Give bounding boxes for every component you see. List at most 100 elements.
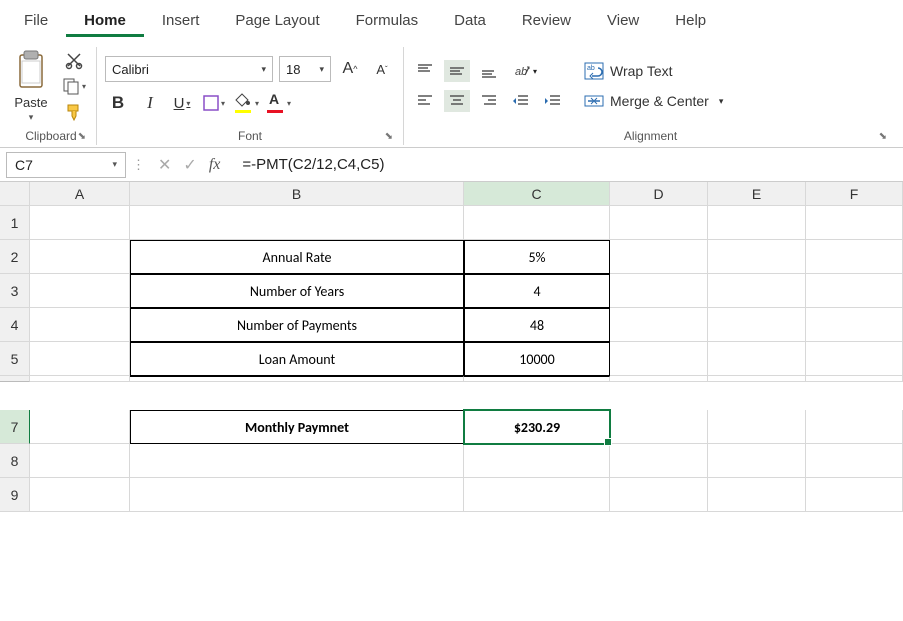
menu-insert[interactable]: Insert [144, 4, 218, 37]
cell-D9[interactable] [610, 478, 708, 512]
cell-C4[interactable]: 48 [464, 308, 610, 342]
cell-B3[interactable]: Number of Years [130, 274, 464, 308]
cell-F3[interactable] [806, 274, 903, 308]
cell-E8[interactable] [708, 444, 806, 478]
align-left-button[interactable] [412, 90, 438, 112]
align-center-button[interactable] [444, 90, 470, 112]
menu-view[interactable]: View [589, 4, 657, 37]
col-header-C[interactable]: C [464, 182, 610, 206]
cell-D7[interactable] [610, 410, 708, 444]
menu-home[interactable]: Home [66, 4, 144, 37]
cell-C8[interactable] [464, 444, 610, 478]
cell-C3[interactable]: 4 [464, 274, 610, 308]
increase-indent-button[interactable] [540, 90, 566, 112]
cell-D6[interactable] [610, 376, 708, 382]
row-header-3[interactable]: 3 [0, 274, 30, 308]
cell-C7[interactable]: $230.29 [464, 410, 610, 444]
dialog-launcher-icon[interactable]: ⬊ [385, 131, 393, 142]
cell-B9[interactable] [130, 478, 464, 512]
cell-C9[interactable] [464, 478, 610, 512]
font-color-button[interactable]: A [265, 90, 291, 116]
cell-E6[interactable] [708, 376, 806, 382]
wrap-text-button[interactable]: ab Wrap Text [578, 60, 729, 82]
cancel-formula-button[interactable]: ✕ [158, 155, 171, 175]
bold-button[interactable]: B [105, 90, 131, 116]
decrease-indent-button[interactable] [508, 90, 534, 112]
cell-A6[interactable] [30, 376, 130, 382]
cell-D2[interactable] [610, 240, 708, 274]
cell-B1[interactable] [130, 206, 464, 240]
menu-review[interactable]: Review [504, 4, 589, 37]
paste-button[interactable]: Paste ▾ [14, 49, 48, 123]
cell-D5[interactable] [610, 342, 708, 376]
merge-center-button[interactable]: Merge & Center ▾ [578, 90, 729, 112]
chevron-down-icon[interactable]: ▾ [29, 112, 34, 123]
formula-input[interactable]: =-PMT(C2/12,C4,C5) [232, 156, 903, 173]
format-painter-button[interactable] [60, 101, 88, 123]
cell-E4[interactable] [708, 308, 806, 342]
row-header-9[interactable]: 9 [0, 478, 30, 512]
cell-C5[interactable]: 10000 [464, 342, 610, 376]
font-name-combo[interactable]: Calibri ▾ [105, 56, 273, 82]
increase-font-button[interactable]: A^ [337, 56, 363, 82]
menu-help[interactable]: Help [657, 4, 724, 37]
row-header-1[interactable]: 1 [0, 206, 30, 240]
dialog-launcher-icon[interactable]: ⬊ [879, 131, 887, 142]
italic-button[interactable]: I [137, 90, 163, 116]
cell-A5[interactable] [30, 342, 130, 376]
cell-B2[interactable]: Annual Rate [130, 240, 464, 274]
cell-C1[interactable] [464, 206, 610, 240]
decrease-font-button[interactable]: Aˇ [369, 56, 395, 82]
align-right-button[interactable] [476, 90, 502, 112]
font-size-combo[interactable]: 18 ▾ [279, 56, 331, 82]
border-button[interactable] [201, 90, 227, 116]
menu-file[interactable]: File [6, 4, 66, 37]
name-box[interactable]: C7 ▾ [6, 152, 126, 178]
cell-C6[interactable] [464, 376, 610, 382]
cell-A1[interactable] [30, 206, 130, 240]
row-header-5[interactable]: 5 [0, 342, 30, 376]
row-header-7[interactable]: 7 [0, 410, 30, 444]
menu-formulas[interactable]: Formulas [338, 4, 437, 37]
cell-F4[interactable] [806, 308, 903, 342]
col-header-D[interactable]: D [610, 182, 708, 206]
cell-F6[interactable] [806, 376, 903, 382]
cell-E5[interactable] [708, 342, 806, 376]
cell-F9[interactable] [806, 478, 903, 512]
cell-A9[interactable] [30, 478, 130, 512]
row-header-4[interactable]: 4 [0, 308, 30, 342]
cell-F7[interactable] [806, 410, 903, 444]
cell-E1[interactable] [708, 206, 806, 240]
cell-B5[interactable]: Loan Amount [130, 342, 464, 376]
align-middle-button[interactable] [444, 60, 470, 82]
cell-E9[interactable] [708, 478, 806, 512]
cell-D1[interactable] [610, 206, 708, 240]
col-header-A[interactable]: A [30, 182, 130, 206]
cell-C2[interactable]: 5% [464, 240, 610, 274]
cell-B8[interactable] [130, 444, 464, 478]
col-header-B[interactable]: B [130, 182, 464, 206]
menu-page-layout[interactable]: Page Layout [217, 4, 337, 37]
cell-E7[interactable] [708, 410, 806, 444]
cell-A8[interactable] [30, 444, 130, 478]
cell-B6[interactable] [130, 376, 464, 382]
insert-function-button[interactable]: fx [209, 156, 221, 174]
fill-color-button[interactable] [233, 90, 259, 116]
cell-F2[interactable] [806, 240, 903, 274]
cell-D8[interactable] [610, 444, 708, 478]
underline-button[interactable]: U [169, 90, 195, 116]
cell-B7[interactable]: Monthly Paymnet [130, 410, 464, 444]
cell-E2[interactable] [708, 240, 806, 274]
align-top-button[interactable] [412, 60, 438, 82]
cut-button[interactable] [60, 49, 88, 71]
drag-handle-icon[interactable]: ⋮ [132, 157, 146, 173]
align-bottom-button[interactable] [476, 60, 502, 82]
cell-F1[interactable] [806, 206, 903, 240]
orientation-button[interactable]: ab ▾ [508, 60, 542, 82]
cell-D3[interactable] [610, 274, 708, 308]
cell-A3[interactable] [30, 274, 130, 308]
cell-B4[interactable]: Number of Payments [130, 308, 464, 342]
dialog-launcher-icon[interactable]: ⬊ [78, 131, 86, 142]
copy-button[interactable]: ▾ [60, 75, 88, 97]
cell-A2[interactable] [30, 240, 130, 274]
